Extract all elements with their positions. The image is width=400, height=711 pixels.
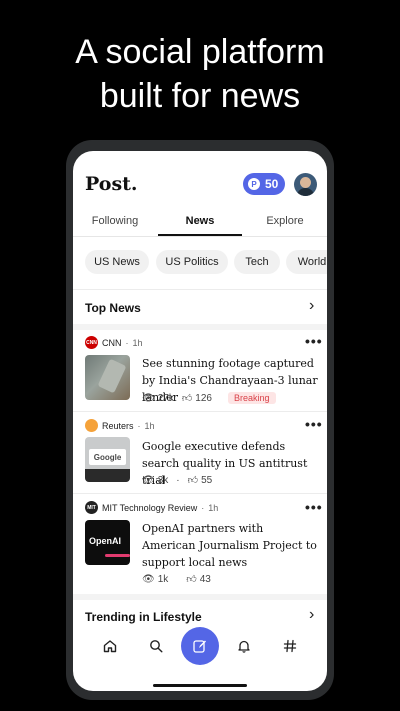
meta-separator: ·: [125, 337, 129, 348]
story-time: 1h: [144, 420, 155, 431]
story-source-row: CNN CNN · 1h: [85, 336, 143, 349]
chip-us-politics[interactable]: US Politics: [156, 250, 228, 274]
tabs-divider: [73, 236, 327, 237]
tab-following[interactable]: Following: [73, 215, 157, 227]
likes-count: 126: [195, 392, 212, 404]
tab-explore[interactable]: Explore: [243, 215, 327, 227]
search-icon[interactable]: [144, 639, 168, 657]
meta-separator: ·: [176, 474, 180, 486]
chevron-right-icon[interactable]: ›: [309, 606, 314, 624]
more-options-icon[interactable]: •••: [305, 333, 323, 349]
eye-icon: 👁︎: [142, 573, 155, 585]
coins-count: 50: [265, 177, 279, 191]
chip-us-news[interactable]: US News: [85, 250, 149, 274]
cnn-logo-icon: CNN: [85, 336, 98, 349]
meta-separator: ·: [201, 502, 205, 513]
story-source[interactable]: MIT Technology Review: [102, 503, 197, 513]
reuters-logo-icon: [85, 419, 98, 432]
story-headline[interactable]: OpenAI partners with American Journalism…: [142, 520, 320, 571]
app-logo: Post.: [85, 173, 138, 195]
mit-logo-icon: MIT: [85, 501, 98, 514]
avatar[interactable]: [294, 173, 317, 196]
story-divider: [73, 493, 327, 494]
promo-headline-line2: built for news: [99, 77, 301, 115]
story-source-row: MIT MIT Technology Review · 1h: [85, 501, 218, 514]
story-thumbnail[interactable]: OpenAI: [85, 520, 130, 565]
story-time: 1h: [132, 337, 143, 348]
thumbs-up-icon[interactable]: 👍︎: [182, 392, 192, 404]
views-count: 27k: [157, 392, 174, 404]
story-thumbnail[interactable]: Google: [85, 437, 130, 482]
story-thumbnail[interactable]: [85, 355, 130, 400]
home-icon[interactable]: [98, 639, 122, 657]
meta-separator: ·: [137, 420, 141, 431]
bottom-nav: [73, 625, 327, 675]
likes-count: 55: [201, 474, 213, 486]
section-divider: [73, 324, 327, 330]
openai-thumb-text: OpenAI: [89, 536, 122, 546]
thumbs-up-icon[interactable]: 👍︎: [188, 474, 198, 486]
section-title-top-news: Top News: [85, 301, 141, 315]
thumbs-up-icon[interactable]: 👍︎: [186, 573, 196, 585]
coins-badge[interactable]: P 50: [243, 173, 285, 195]
breaking-badge: Breaking: [227, 392, 276, 404]
story-stats: 👁︎ 3k · 👍︎ 55: [142, 474, 213, 487]
eye-icon: 👁︎: [142, 474, 155, 486]
tab-news[interactable]: News: [158, 215, 242, 227]
section-title-trending: Trending in Lifestyle: [85, 610, 202, 624]
app-screen: Post. P 50 Following News Explore US New…: [73, 151, 327, 691]
bell-icon[interactable]: [232, 639, 256, 657]
promo-headline: A social platform built for news: [0, 30, 400, 118]
story-divider: [73, 411, 327, 412]
google-thumb-text: Google: [89, 449, 126, 465]
coin-icon: P: [248, 178, 260, 190]
story-time: 1h: [208, 502, 219, 513]
promo-headline-line1: A social platform: [75, 33, 325, 71]
views-count: 3k: [157, 474, 169, 486]
chip-tech[interactable]: Tech: [234, 250, 280, 274]
story-stats: 👁︎ 27k 👍︎ 126 Breaking: [142, 392, 276, 404]
chevron-right-icon[interactable]: ›: [309, 297, 314, 315]
home-indicator: [153, 684, 247, 687]
story-source[interactable]: Reuters: [102, 421, 134, 431]
story-source[interactable]: CNN: [102, 338, 122, 348]
more-options-icon[interactable]: •••: [305, 416, 323, 432]
story-stats: 👁︎ 1k 👍︎ 43: [142, 573, 211, 586]
story-source-row: Reuters · 1h: [85, 419, 155, 432]
chip-world[interactable]: World: [286, 250, 327, 274]
views-count: 1k: [157, 573, 169, 585]
likes-count: 43: [199, 573, 211, 585]
section-divider: [73, 594, 327, 600]
more-options-icon[interactable]: •••: [305, 499, 323, 515]
eye-icon: 👁︎: [142, 392, 155, 404]
compose-icon[interactable]: [181, 627, 219, 665]
hashtag-icon[interactable]: [278, 639, 302, 657]
chips-divider: [73, 289, 327, 290]
